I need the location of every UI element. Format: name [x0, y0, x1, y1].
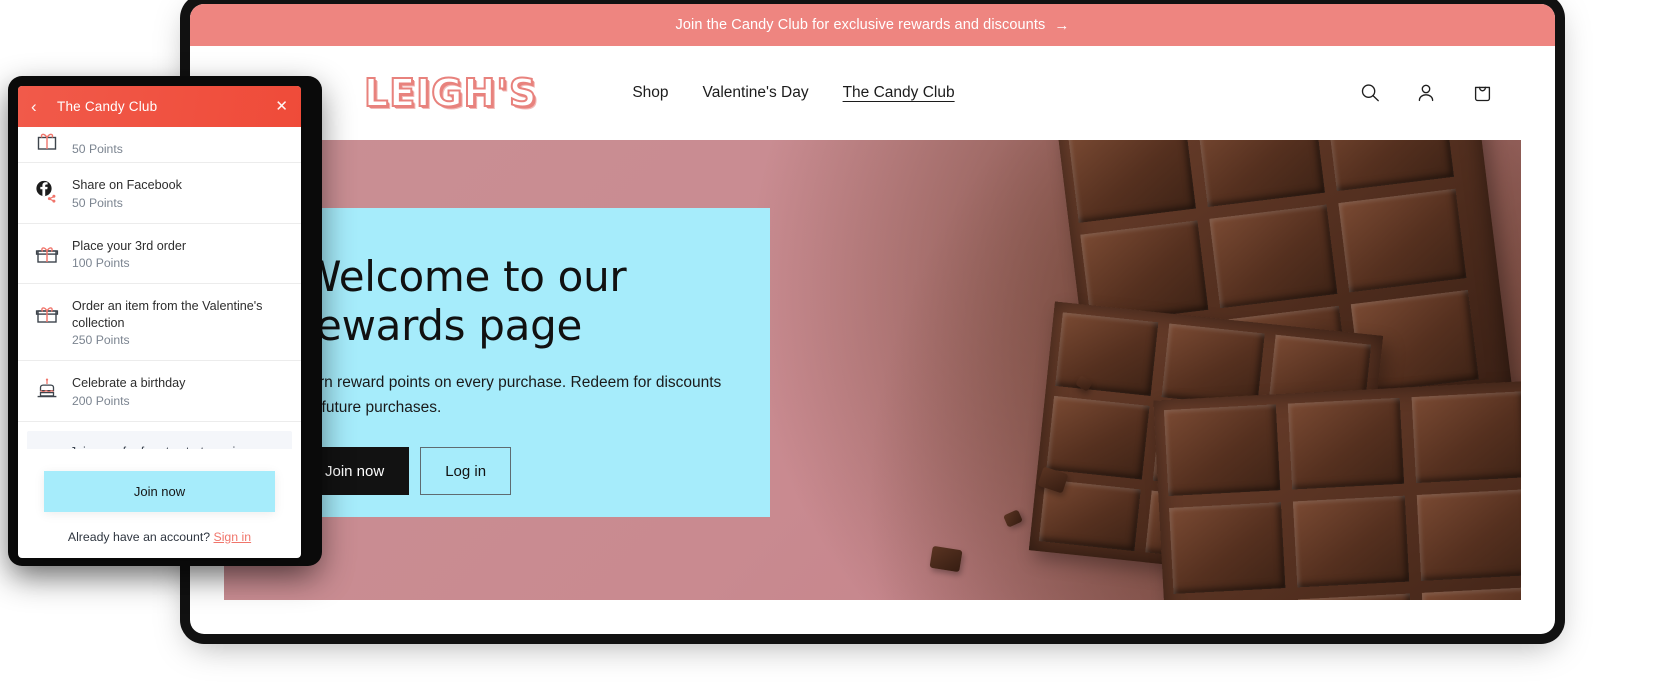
back-arrow-icon[interactable]: ‹ [31, 98, 47, 115]
list-item-text: Share on Facebook 50 Points [72, 176, 182, 210]
list-item-title: Order an item from the Valentine's colle… [72, 299, 263, 330]
hero-card: Welcome to our rewards page Earn reward … [262, 208, 770, 517]
screenshot-root: Join the Candy Club for exclusive reward… [0, 0, 1669, 697]
nav-item-shop[interactable]: Shop [632, 84, 668, 102]
facebook-share-icon [30, 177, 64, 207]
list-item-points: 50 Points [72, 142, 123, 156]
list-item-text: Place your 3rd order 100 Points [72, 237, 186, 271]
sign-in-prompt: Already have an account? [67, 530, 211, 544]
list-item[interactable]: Order an item from the Valentine's colle… [18, 284, 301, 362]
gift-icon [30, 298, 64, 328]
list-item[interactable]: Share on Facebook 50 Points [18, 163, 301, 224]
chocolate-bar-image-3 [1153, 379, 1521, 600]
gift-icon [30, 127, 64, 155]
list-item-points: 250 Points [72, 333, 130, 348]
list-item[interactable]: Celebrate a birthday 200 Points [18, 361, 301, 423]
nav-item-valentines-day[interactable]: Valentine's Day [703, 84, 809, 102]
hero-buttons: Join now Log in [300, 447, 730, 496]
close-icon[interactable]: ✕ [275, 99, 288, 114]
list-item-text: Celebrate a birthday 200 Points [72, 374, 185, 408]
account-icon[interactable] [1413, 80, 1439, 106]
earn-points-list: 50 Points Share on Facebook 50 Points Pl… [18, 127, 301, 449]
list-item-title: Place your 3rd order [72, 238, 187, 253]
widget-title: The Candy Club [57, 99, 158, 114]
list-item-title: Celebrate a birthday [72, 376, 186, 391]
list-item-points: 50 Points [72, 195, 123, 210]
announcement-bar[interactable]: Join the Candy Club for exclusive reward… [190, 4, 1555, 46]
chocolate-crumb [929, 545, 963, 573]
browser-window: Join the Candy Club for exclusive reward… [190, 4, 1555, 634]
list-item-text: Order an item from the Valentine's colle… [72, 297, 287, 347]
list-item-title: Share on Facebook [72, 178, 182, 192]
widget-header: ‹ The Candy Club ✕ [18, 86, 301, 127]
sign-in-link[interactable]: Sign in [214, 530, 252, 544]
gift-icon [30, 238, 64, 268]
page-title: Welcome to our rewards page [300, 252, 627, 351]
birthday-cake-icon [30, 375, 64, 405]
list-item[interactable]: 50 Points [18, 127, 301, 163]
list-item-points: 200 Points [72, 394, 130, 409]
cart-icon[interactable] [1469, 80, 1495, 106]
nav-item-the-candy-club[interactable]: The Candy Club [843, 84, 955, 102]
list-item[interactable]: Place your 3rd order 100 Points [18, 224, 301, 285]
brand-logo[interactable]: LEIGH'S [363, 73, 537, 113]
list-item-text: 50 Points [72, 141, 123, 156]
header-actions [1357, 80, 1515, 106]
widget-join-now-button[interactable]: Join now [44, 471, 275, 512]
search-icon[interactable] [1357, 80, 1383, 106]
arrow-right-icon: → [1054, 16, 1070, 34]
list-item-points: 100 Points [72, 256, 130, 271]
main-nav: Shop Valentine's Day The Candy Club [632, 84, 954, 102]
site-header: LEIGH'S Shop Valentine's Day The Candy C… [190, 46, 1555, 140]
hero-subtitle: Earn reward points on every purchase. Re… [300, 374, 722, 417]
chocolate-crumb [1003, 509, 1023, 528]
widget-footer: Join now Already have an account? Sign i… [18, 449, 301, 558]
announcement-text: Join the Candy Club for exclusive reward… [675, 17, 1046, 33]
rewards-widget-panel: ‹ The Candy Club ✕ 50 Points Share on Fa… [18, 86, 301, 558]
hero-section: Welcome to our rewards page Earn reward … [224, 140, 1521, 600]
cta-banner: Join now for free to start earning [27, 431, 292, 449]
sign-in-line: Already have an account? Sign in [44, 530, 275, 544]
log-in-button[interactable]: Log in [420, 447, 512, 496]
